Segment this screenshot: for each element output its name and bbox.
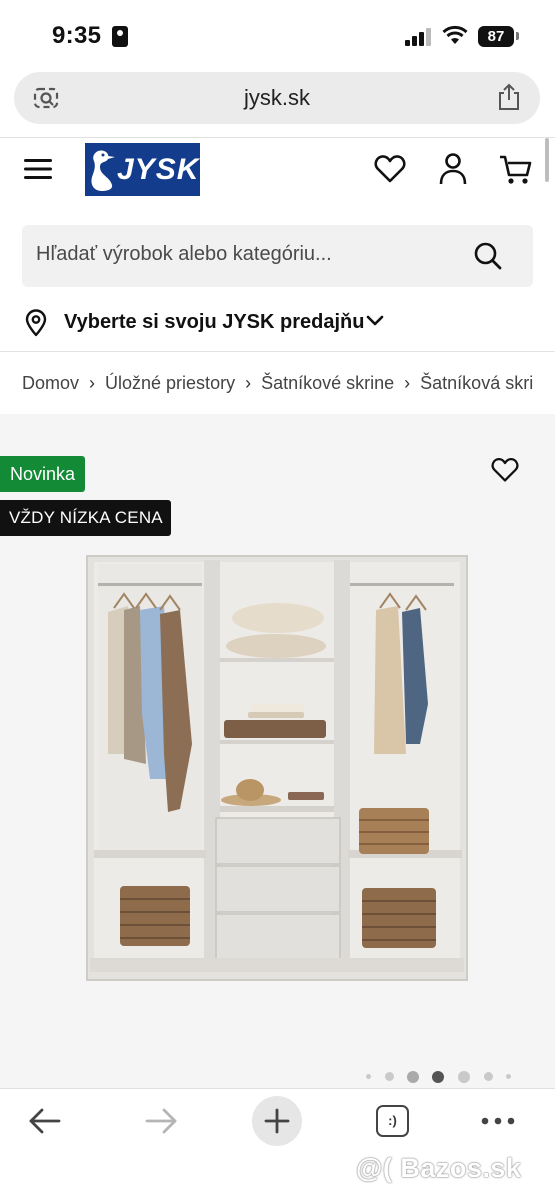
url-text[interactable]: jysk.sk [14, 85, 540, 111]
carousel-dot[interactable] [506, 1074, 511, 1079]
carousel-dot[interactable] [484, 1072, 493, 1081]
goose-logo-icon [91, 150, 115, 191]
search-box[interactable] [22, 225, 533, 287]
wifi-icon [442, 25, 468, 44]
carousel-dot[interactable] [458, 1071, 470, 1083]
product-gallery[interactable]: Novinka VŽDY NÍZKA CENA [0, 414, 555, 1088]
site-header: JYSK [0, 140, 555, 202]
breadcrumb-item[interactable]: Úložné priestory [105, 373, 235, 394]
forward-arrow-icon[interactable] [144, 1107, 178, 1135]
browser-toolbar: :) @( Bazos.sk [0, 1088, 555, 1200]
shopping-cart-icon[interactable] [499, 154, 533, 186]
wishlist-heart-icon[interactable] [374, 154, 406, 184]
add-to-wishlist-heart-icon[interactable] [491, 457, 519, 483]
chevron-right-icon: › [245, 372, 252, 393]
bazos-watermark: @( Bazos.sk [356, 1153, 522, 1183]
share-icon[interactable] [496, 82, 522, 112]
logo-text: JYSK [117, 153, 200, 186]
back-arrow-icon[interactable] [28, 1107, 62, 1135]
search-input[interactable] [36, 243, 456, 266]
chevron-down-icon[interactable] [366, 315, 384, 327]
tab-switcher-button[interactable]: :) [376, 1105, 409, 1137]
low-price-badge: VŽDY NÍZKA CENA [0, 500, 171, 536]
status-time: 9:35 [52, 22, 102, 49]
user-account-icon[interactable] [438, 152, 468, 186]
plus-icon [264, 1108, 290, 1134]
status-bar: 9:35 87 [0, 0, 555, 72]
divider [0, 351, 555, 352]
url-bar[interactable]: jysk.sk [14, 72, 540, 124]
cellular-signal-icon [405, 28, 433, 46]
breadcrumb-item[interactable]: Domov [22, 373, 79, 394]
carousel-dot[interactable] [407, 1071, 419, 1083]
store-selector[interactable]: Vyberte si svoju JYSK predajňu [22, 305, 533, 341]
new-badge: Novinka [0, 456, 86, 492]
location-pin-icon [25, 309, 47, 337]
breadcrumb-item[interactable]: Šatníkové skrine [261, 373, 394, 394]
carousel-dots[interactable] [360, 1070, 520, 1084]
carousel-dot-active[interactable] [432, 1071, 444, 1083]
more-options-icon[interactable] [481, 1117, 515, 1125]
breadcrumb: Domov › Úložné priestory › Šatníkové skrine ›… [22, 372, 534, 396]
divider [0, 137, 555, 138]
wardrobe-product-image[interactable] [84, 554, 470, 984]
chevron-right-icon: › [89, 372, 96, 393]
store-selector-label[interactable]: Vyberte si svoju JYSK predajňu [64, 311, 364, 334]
search-icon[interactable] [473, 241, 503, 271]
chevron-right-icon: › [404, 372, 411, 393]
battery-tip [516, 32, 519, 40]
battery-indicator: 87 [478, 26, 514, 47]
new-tab-button[interactable] [252, 1096, 302, 1146]
jysk-logo[interactable]: JYSK [85, 143, 200, 196]
contact-card-icon [112, 26, 128, 47]
carousel-dot[interactable] [385, 1072, 394, 1081]
hamburger-menu-icon[interactable] [24, 158, 52, 180]
carousel-dot[interactable] [366, 1074, 371, 1079]
breadcrumb-item[interactable]: Šatníková skrin [420, 373, 534, 394]
